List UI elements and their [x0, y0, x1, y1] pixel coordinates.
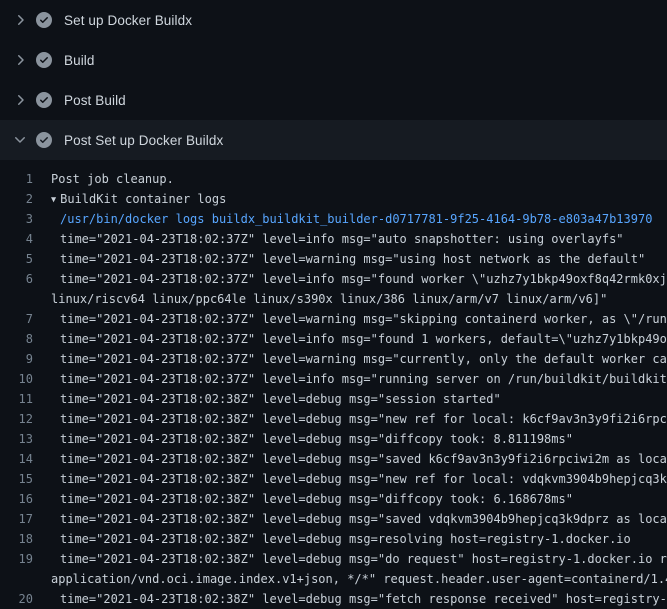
log-line: 5 time="2021-04-23T18:02:37Z" level=warn… [0, 249, 667, 269]
step-header-post-set-up-docker-buildx[interactable]: Post Set up Docker Buildx [0, 120, 667, 160]
check-circle-icon [36, 12, 52, 28]
log-group-header: 2 ▼ BuildKit container logs [0, 189, 667, 209]
log-line-text: time="2021-04-23T18:02:38Z" level=debug … [51, 469, 667, 489]
job-steps-list: Set up Docker Buildx Build Post Build Po… [0, 0, 667, 160]
line-number-link [0, 289, 33, 309]
line-number-link[interactable]: 12 [0, 409, 33, 429]
line-number-link[interactable]: 11 [0, 389, 33, 409]
chevron-right-icon [12, 92, 28, 108]
step-title: Build [64, 53, 95, 68]
line-number-link[interactable]: 19 [0, 549, 33, 569]
line-number-link[interactable]: 20 [0, 589, 33, 609]
log-line: 8 time="2021-04-23T18:02:37Z" level=info… [0, 329, 667, 349]
log-line-text: time="2021-04-23T18:02:37Z" level=info m… [51, 229, 667, 249]
log-line: 19 time="2021-04-23T18:02:38Z" level=deb… [0, 549, 667, 569]
line-number-link[interactable]: 2 [0, 189, 33, 209]
chevron-right-icon [12, 12, 28, 28]
log-line: 18 time="2021-04-23T18:02:38Z" level=deb… [0, 529, 667, 549]
log-line-text: time="2021-04-23T18:02:38Z" level=debug … [51, 389, 667, 409]
log-line-text: time="2021-04-23T18:02:37Z" level=info m… [51, 369, 667, 389]
log-line-text: time="2021-04-23T18:02:38Z" level=debug … [51, 509, 667, 529]
line-number-link[interactable]: 1 [0, 169, 33, 189]
line-number-link[interactable]: 15 [0, 469, 33, 489]
line-number-link[interactable]: 4 [0, 229, 33, 249]
log-line: 15 time="2021-04-23T18:02:38Z" level=deb… [0, 469, 667, 489]
log-line: 17 time="2021-04-23T18:02:38Z" level=deb… [0, 509, 667, 529]
log-line: 13 time="2021-04-23T18:02:38Z" level=deb… [0, 429, 667, 449]
log-viewer: 1 Post job cleanup. 2 ▼ BuildKit containe… [0, 160, 667, 609]
line-number-link[interactable]: 14 [0, 449, 33, 469]
log-line-text: time="2021-04-23T18:02:37Z" level=warnin… [51, 349, 667, 369]
log-line-text: application/vnd.oci.image.index.v1+json,… [51, 569, 667, 589]
log-line-text: /usr/bin/docker logs buildx_buildkit_bui… [51, 209, 667, 229]
step-title: Post Set up Docker Buildx [64, 133, 223, 148]
log-line: 6 time="2021-04-23T18:02:37Z" level=info… [0, 269, 667, 289]
log-line-text: time="2021-04-23T18:02:38Z" level=debug … [51, 589, 667, 609]
line-number-link[interactable]: 16 [0, 489, 33, 509]
log-line: 10 time="2021-04-23T18:02:37Z" level=inf… [0, 369, 667, 389]
log-line: 4 time="2021-04-23T18:02:37Z" level=info… [0, 229, 667, 249]
step-header-set-up-docker-buildx[interactable]: Set up Docker Buildx [0, 0, 667, 40]
step-header-build[interactable]: Build [0, 40, 667, 80]
line-number-link[interactable]: 9 [0, 349, 33, 369]
log-line-text: time="2021-04-23T18:02:37Z" level=warnin… [51, 249, 667, 269]
check-circle-icon [36, 132, 52, 148]
log-line: 9 time="2021-04-23T18:02:37Z" level=warn… [0, 349, 667, 369]
step-header-post-build[interactable]: Post Build [0, 80, 667, 120]
log-group-title: BuildKit container logs [60, 192, 226, 206]
log-line: 11 time="2021-04-23T18:02:38Z" level=deb… [0, 389, 667, 409]
log-line: 20 time="2021-04-23T18:02:38Z" level=deb… [0, 589, 667, 609]
line-number-link[interactable]: 6 [0, 269, 33, 289]
log-line: 14 time="2021-04-23T18:02:38Z" level=deb… [0, 449, 667, 469]
collapse-triangle-icon: ▼ [51, 190, 56, 209]
log-line-text: linux/riscv64 linux/ppc64le linux/s390x … [51, 289, 667, 309]
log-line: 1 Post job cleanup. [0, 169, 667, 189]
step-title: Set up Docker Buildx [64, 13, 192, 28]
line-number-link[interactable]: 17 [0, 509, 33, 529]
log-line-text: time="2021-04-23T18:02:37Z" level=info m… [51, 329, 667, 349]
check-circle-icon [36, 92, 52, 108]
line-number-link[interactable]: 13 [0, 429, 33, 449]
log-line-text: time="2021-04-23T18:02:38Z" level=debug … [51, 529, 667, 549]
log-line-continuation: linux/riscv64 linux/ppc64le linux/s390x … [0, 289, 667, 309]
line-number-link[interactable]: 18 [0, 529, 33, 549]
log-line-continuation: application/vnd.oci.image.index.v1+json,… [0, 569, 667, 589]
log-line-text: Post job cleanup. [51, 169, 667, 189]
log-line-text: time="2021-04-23T18:02:38Z" level=debug … [51, 489, 667, 509]
log-line-text: time="2021-04-23T18:02:38Z" level=debug … [51, 549, 667, 569]
chevron-down-icon [12, 132, 28, 148]
line-number-link[interactable]: 8 [0, 329, 33, 349]
log-line-text: time="2021-04-23T18:02:38Z" level=debug … [51, 449, 667, 469]
log-line-text: time="2021-04-23T18:02:37Z" level=info m… [51, 269, 667, 289]
line-number-link[interactable]: 5 [0, 249, 33, 269]
log-line-text: time="2021-04-23T18:02:38Z" level=debug … [51, 409, 667, 429]
log-line-text: time="2021-04-23T18:02:37Z" level=warnin… [51, 309, 667, 329]
log-line-text: time="2021-04-23T18:02:38Z" level=debug … [51, 429, 667, 449]
log-line: 7 time="2021-04-23T18:02:37Z" level=warn… [0, 309, 667, 329]
log-line-text[interactable]: ▼ BuildKit container logs [51, 189, 667, 209]
check-circle-icon [36, 52, 52, 68]
log-command-line: 3 /usr/bin/docker logs buildx_buildkit_b… [0, 209, 667, 229]
line-number-link [0, 569, 33, 589]
line-number-link[interactable]: 3 [0, 209, 33, 229]
log-line: 16 time="2021-04-23T18:02:38Z" level=deb… [0, 489, 667, 509]
line-number-link[interactable]: 7 [0, 309, 33, 329]
log-line: 12 time="2021-04-23T18:02:38Z" level=deb… [0, 409, 667, 429]
chevron-right-icon [12, 52, 28, 68]
step-title: Post Build [64, 93, 126, 108]
line-number-link[interactable]: 10 [0, 369, 33, 389]
